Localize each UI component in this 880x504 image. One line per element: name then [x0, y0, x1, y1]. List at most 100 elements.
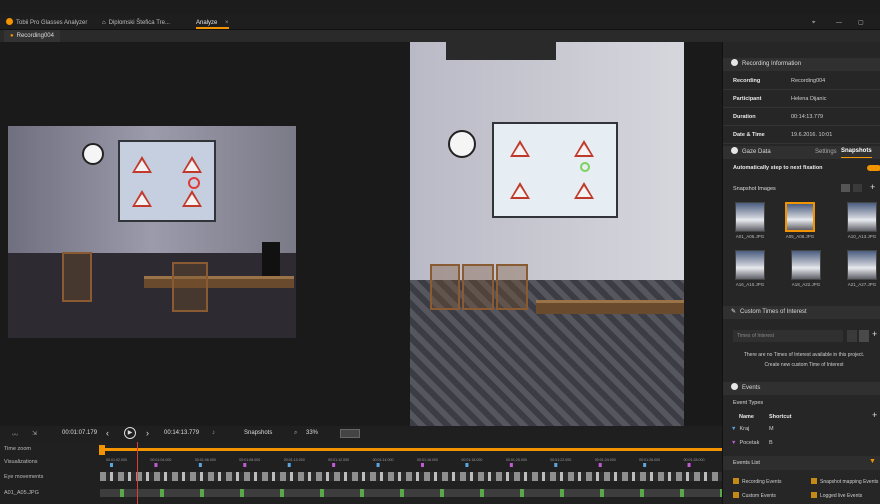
event-marker[interactable]	[421, 463, 424, 467]
restore-icon[interactable]: ▢	[858, 17, 864, 29]
snapshot-mapping-track[interactable]	[100, 489, 722, 497]
filter-recording-events[interactable]: Recording Events	[733, 478, 781, 485]
speed-icon[interactable]: ⇲	[32, 430, 37, 437]
waveform-icon[interactable]: 〰	[12, 430, 18, 439]
event-marker[interactable]	[332, 463, 336, 467]
thumbnail-label: A01_A05.JPG	[735, 234, 765, 239]
edit-icon[interactable]	[847, 330, 857, 342]
monitor	[262, 242, 280, 276]
chair	[172, 262, 208, 312]
tab-app[interactable]: Tobii Pro Glasses Analyzer	[6, 17, 87, 29]
pin-icon[interactable]: ⌖	[812, 17, 815, 29]
snapshot-thumbnail[interactable]	[735, 202, 765, 232]
add-event-type-icon[interactable]: +	[872, 410, 877, 420]
snapshot-thumbnail[interactable]	[847, 202, 877, 232]
no-times-message: There are no Times of Interest available…	[743, 352, 865, 358]
checkbox-checked	[733, 492, 739, 498]
filter-snapshot-mapping-events[interactable]: Snapshot mapping Events	[811, 478, 878, 485]
time-zoom-bar[interactable]	[100, 448, 722, 451]
auto-step-toggle[interactable]	[867, 165, 880, 171]
fit-to-window-icon[interactable]	[340, 429, 360, 438]
tab-settings[interactable]: Settings	[815, 146, 837, 159]
recording-information-header[interactable]: Recording Information	[723, 58, 880, 71]
side-panel: Recording Information Recording Recording…	[722, 42, 880, 504]
create-time-link[interactable]: Create new custom Time of Interest	[729, 362, 879, 368]
filter-custom-events[interactable]: Custom Events	[733, 492, 776, 499]
tick-label: 00:01:14.000	[373, 458, 394, 462]
snapshot-thumbnail[interactable]	[791, 250, 821, 280]
gaze-data-header[interactable]: Gaze Data Settings Snapshots	[723, 146, 880, 159]
event-marker[interactable]	[287, 463, 291, 467]
grid-view-icon[interactable]	[841, 184, 850, 192]
tick-label: 00:01:16.000	[417, 458, 438, 462]
checkbox-checked	[733, 478, 739, 484]
event-marker[interactable]	[687, 463, 691, 467]
timeline-ticks: 00:01:02.000 00:01:04.000 00:01:06.000 00:0…	[106, 458, 705, 467]
tick-label: 00:01:06.000	[195, 458, 216, 462]
zoom-level[interactable]: 33%	[306, 430, 318, 436]
eye-movements-track[interactable]	[100, 472, 722, 481]
tick-label: 00:01:26.000	[639, 458, 660, 462]
tab-analyze[interactable]: Analyze ×	[196, 17, 229, 29]
event-marker[interactable]	[110, 463, 113, 467]
add-time-of-interest-icon[interactable]: +	[872, 329, 877, 339]
snapshot-images-label: Snapshot Images	[733, 186, 776, 192]
scene-camera-frame[interactable]	[8, 126, 296, 338]
minimize-icon[interactable]: —	[836, 17, 842, 29]
tab-close-icon[interactable]: ×	[225, 20, 229, 26]
event-type-row[interactable]: ▼ Kraj M	[731, 426, 774, 432]
playhead[interactable]	[137, 442, 139, 504]
sign-triangle	[132, 190, 152, 207]
playback-controls: 〰 ⇲ 00:01:07.179 ‹ ▶ › 00:14:13.779 ♪ Sn…	[0, 426, 722, 442]
event-marker[interactable]	[643, 463, 647, 467]
step-forward-icon[interactable]: ›	[146, 428, 149, 438]
list-view-icon[interactable]	[853, 184, 862, 192]
step-back-icon[interactable]: ‹	[106, 428, 109, 438]
checkbox-checked	[811, 492, 817, 498]
chair	[430, 264, 460, 310]
event-marker[interactable]	[598, 463, 602, 467]
tab-project[interactable]: ⌂ Diplomski Štefica Tre...	[102, 17, 170, 29]
play-button[interactable]: ▶	[124, 427, 136, 439]
snapshots-dropdown[interactable]: Snapshots	[244, 430, 272, 436]
tick-label: 00:01:24.000	[595, 458, 616, 462]
sign-triangle	[510, 182, 530, 199]
zoom-icon[interactable]: ⌕	[294, 430, 297, 437]
current-time: 00:01:07.179	[62, 430, 98, 436]
copy-icon[interactable]	[859, 330, 869, 342]
event-marker[interactable]	[154, 463, 158, 467]
tab-bar: Tobii Pro Glasses Analyzer ⌂ Diplomski Št…	[0, 14, 880, 30]
projection-screen	[492, 122, 618, 218]
custom-times-header[interactable]: ✎ Custom Times of Interest	[723, 306, 880, 319]
event-marker[interactable]	[243, 463, 247, 467]
events-list-header: Events List	[723, 456, 880, 470]
video-area	[0, 42, 722, 426]
volume-icon[interactable]: ♪	[212, 430, 215, 436]
event-marker[interactable]	[509, 463, 513, 467]
visualizations-dropdown[interactable]: Visualizations	[0, 457, 38, 467]
sign-triangle	[510, 140, 530, 157]
times-of-interest-dropdown[interactable]: Times of Interest	[733, 330, 843, 342]
filter-logged-live-events[interactable]: Logged live Events	[811, 492, 862, 499]
event-marker[interactable]	[465, 463, 469, 467]
event-marker[interactable]	[198, 463, 202, 467]
event-marker[interactable]	[376, 463, 380, 467]
filter-icon[interactable]: ▼	[869, 458, 876, 465]
snapshot-thumbnail[interactable]	[735, 250, 765, 280]
events-header[interactable]: Events	[723, 382, 880, 395]
scene-floor	[8, 253, 296, 338]
event-marker[interactable]	[554, 463, 558, 467]
time-zoom-handle[interactable]	[99, 445, 105, 455]
event-marker-icon: ▼	[731, 426, 737, 432]
recording-tab[interactable]: ● Recording004	[4, 30, 60, 42]
add-snapshot-icon[interactable]: +	[870, 182, 875, 192]
event-type-row[interactable]: ▼ Pocetak B	[731, 440, 773, 446]
projection-screen	[118, 140, 216, 222]
snapshot-thumbnail-selected[interactable]	[785, 202, 815, 232]
tab-snapshots[interactable]: Snapshots	[841, 146, 872, 158]
snapshot-thumbnail[interactable]	[847, 250, 877, 280]
sign-triangle	[182, 190, 202, 207]
sign-triangle	[182, 156, 202, 173]
eye-movements-label: Eye movements	[4, 474, 44, 480]
snapshot-frame[interactable]	[410, 42, 684, 426]
